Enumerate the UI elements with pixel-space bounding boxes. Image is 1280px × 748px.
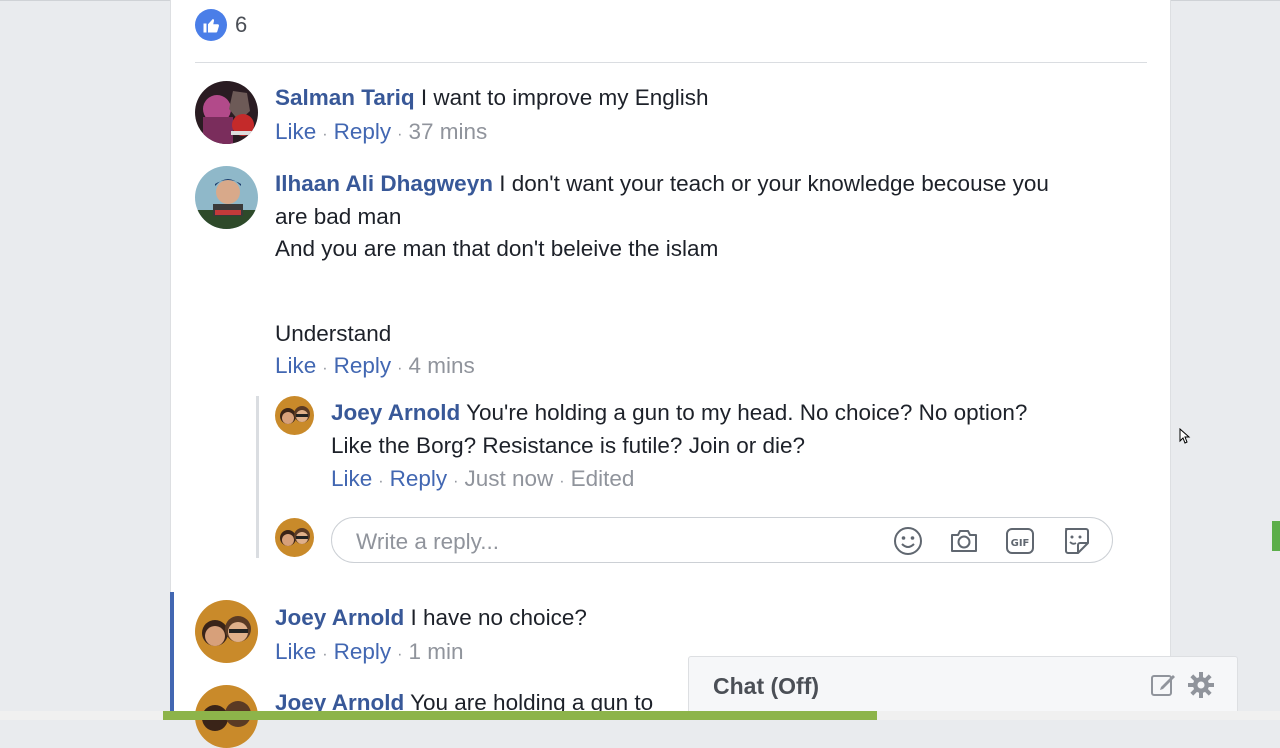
gear-icon[interactable]: [1187, 671, 1215, 699]
current-user-avatar: [275, 518, 314, 557]
reply-link[interactable]: Reply: [390, 466, 448, 491]
comment-text-line: I don't want your teach or your knowledg…: [499, 171, 1049, 196]
comment-author[interactable]: Joey Arnold: [275, 690, 404, 711]
comment-text: You are holding a gun to: [410, 690, 654, 711]
reply-timestamp[interactable]: Just now: [464, 466, 553, 491]
reply-link[interactable]: Reply: [334, 639, 392, 664]
comment-text-line: And you are man that don't beleive the i…: [275, 236, 719, 261]
comment-timestamp[interactable]: 37 mins: [408, 119, 487, 144]
avatar[interactable]: [195, 81, 258, 144]
chat-title[interactable]: Chat (Off): [713, 673, 819, 700]
reply-text-line: Like the Borg? Resistance is futile? Joi…: [331, 432, 806, 458]
reply-text-line: You're holding a gun to my head. No choi…: [466, 400, 1028, 425]
thumbs-up-icon: [195, 9, 227, 41]
reply-actions: Like · Reply · Just now · Edited: [331, 466, 635, 491]
highlighted-comment-bar: [170, 592, 174, 720]
emoji-icon[interactable]: [893, 526, 923, 556]
comment-text-line: are bad man: [275, 203, 402, 229]
avatar[interactable]: [195, 166, 258, 229]
comment-body: Joey Arnold You are holding a gun to: [275, 687, 695, 711]
comment-author[interactable]: Ilhaan Ali Dhagweyn: [275, 171, 493, 196]
like-count: 6: [235, 12, 248, 37]
compose-icon[interactable]: [1149, 671, 1177, 699]
comment-timestamp[interactable]: 4 mins: [408, 353, 474, 378]
comment-author[interactable]: Salman Tariq: [275, 85, 415, 110]
vertical-scrollbar-thumb[interactable]: [1272, 521, 1280, 551]
reactions-summary[interactable]: 6: [195, 9, 247, 41]
like-link[interactable]: Like: [331, 466, 372, 491]
comment-actions: Like · Reply · 37 mins: [275, 119, 488, 144]
avatar[interactable]: [275, 396, 314, 435]
comment-text-line: Understand: [275, 320, 392, 346]
divider: [195, 62, 1147, 63]
reply-body: Joey Arnold You're holding a gun to my h…: [331, 397, 1131, 462]
comment-timestamp[interactable]: 1 min: [408, 639, 463, 664]
reply-composer: GIF: [331, 517, 1113, 563]
camera-icon[interactable]: [949, 526, 979, 556]
comment-author[interactable]: Joey Arnold: [275, 605, 404, 630]
like-link[interactable]: Like: [275, 353, 316, 378]
like-link[interactable]: Like: [275, 119, 316, 144]
svg-text:GIF: GIF: [1011, 538, 1030, 549]
reply-thread-line: [256, 396, 259, 558]
reply-author[interactable]: Joey Arnold: [331, 400, 460, 425]
gif-icon[interactable]: GIF: [1005, 526, 1035, 556]
reply-link[interactable]: Reply: [334, 353, 392, 378]
comment-body: Joey Arnold I have no choice?: [275, 602, 1135, 635]
horizontal-scrollbar-thumb[interactable]: [163, 711, 877, 720]
comment-body: Salman Tariq I want to improve my Englis…: [275, 82, 1135, 115]
avatar[interactable]: [195, 600, 258, 663]
comment-body: Ilhaan Ali Dhagweyn I don't want your te…: [275, 168, 1135, 350]
comment-text: I have no choice?: [410, 605, 587, 630]
sticker-icon[interactable]: [1061, 526, 1091, 556]
comment-text: I want to improve my English: [420, 85, 709, 110]
reply-link[interactable]: Reply: [334, 119, 392, 144]
comment-actions: Like · Reply · 1 min: [275, 639, 464, 664]
comment-actions: Like · Reply · 4 mins: [275, 353, 475, 378]
reply-input[interactable]: [354, 526, 878, 558]
edited-label[interactable]: Edited: [571, 466, 635, 491]
like-link[interactable]: Like: [275, 639, 316, 664]
mouse-cursor-icon: [1179, 427, 1191, 449]
